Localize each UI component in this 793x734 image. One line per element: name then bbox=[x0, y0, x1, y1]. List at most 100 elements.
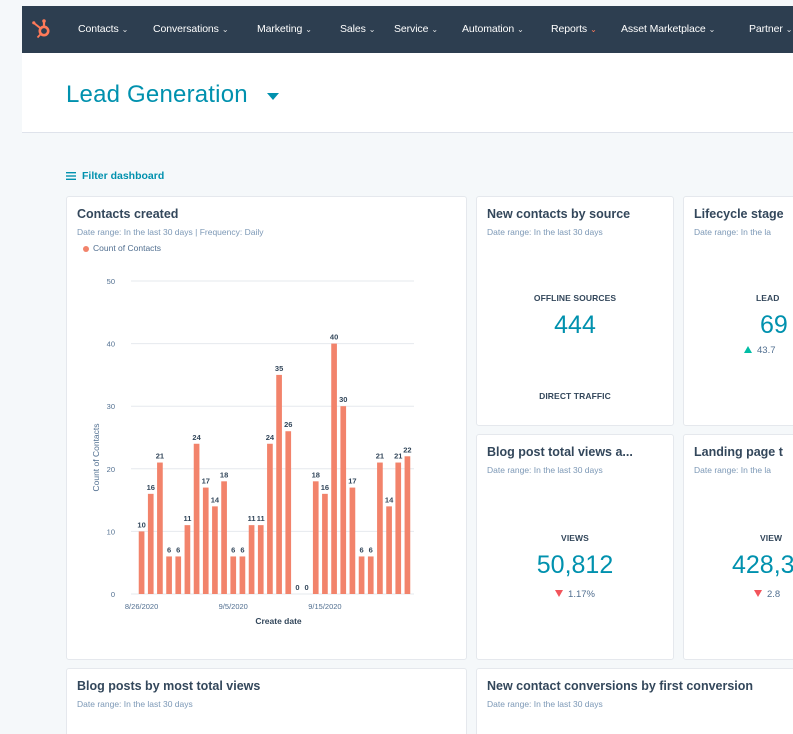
chart-bar bbox=[340, 406, 347, 594]
y-tick-label: 10 bbox=[107, 527, 115, 536]
bar-value-label: 11 bbox=[183, 514, 191, 523]
chevron-down-icon: ⌄ bbox=[785, 25, 793, 34]
nav-item-label: Service bbox=[394, 23, 429, 35]
chart-bar bbox=[367, 556, 374, 594]
card-title[interactable]: Blog posts by most total views bbox=[77, 679, 260, 693]
chart-bar bbox=[157, 462, 163, 594]
chart-bar bbox=[212, 506, 218, 594]
bar-value-label: 18 bbox=[220, 470, 228, 479]
bar-value-label: 11 bbox=[248, 514, 256, 523]
chart-bar bbox=[147, 493, 154, 594]
chart-legend: Count of Contacts bbox=[93, 243, 162, 253]
bar-value-label: 14 bbox=[211, 495, 220, 504]
y-tick-label: 20 bbox=[107, 465, 115, 474]
chart-bar bbox=[312, 481, 319, 594]
card-subtitle: Date range: In the la bbox=[694, 465, 772, 475]
nav-item-automation[interactable]: Automation ⌄ bbox=[462, 23, 524, 35]
bar-value-label: 24 bbox=[266, 433, 275, 442]
chart-bar bbox=[175, 556, 182, 594]
nav-item-label: Contacts bbox=[78, 23, 119, 35]
chart-bar bbox=[404, 456, 411, 594]
filter-dashboard-link[interactable]: Filter dashboard bbox=[82, 170, 164, 182]
bar-value-label: 30 bbox=[339, 395, 347, 404]
trend-down-icon bbox=[555, 590, 564, 597]
chart-bar bbox=[221, 481, 227, 594]
nav-item-conversations[interactable]: Conversations ⌄ bbox=[153, 23, 229, 35]
nav-item-asset-marketplace[interactable]: Asset Marketplace ⌄ bbox=[621, 23, 715, 35]
chevron-down-icon: ⌄ bbox=[305, 25, 312, 34]
nav-item-label: Marketing bbox=[257, 23, 303, 35]
bar-value-label: 17 bbox=[348, 477, 356, 486]
bar-value-label: 0 bbox=[304, 583, 308, 592]
kpi-label: VIEW bbox=[760, 533, 783, 543]
new-contact-conversions-card: New contact conversions by first convers… bbox=[476, 668, 793, 734]
chart-bar bbox=[248, 525, 255, 594]
x-axis-title: Create date bbox=[255, 616, 302, 626]
card-title[interactable]: Landing page t bbox=[694, 445, 783, 459]
chart-bar bbox=[349, 487, 356, 594]
filter-icon[interactable] bbox=[66, 172, 76, 180]
bar-value-label: 10 bbox=[137, 520, 145, 529]
nav-item-label: Asset Marketplace bbox=[621, 23, 706, 35]
app-window: Contacts ⌄ Conversations ⌄ Marketing ⌄ Sale… bbox=[22, 6, 793, 734]
nav-item-sales[interactable]: Sales ⌄ bbox=[340, 23, 375, 35]
kpi-label: LEAD bbox=[756, 293, 780, 303]
legend-dot bbox=[83, 246, 89, 252]
bar-value-label: 21 bbox=[394, 452, 402, 461]
chart-bar bbox=[276, 374, 282, 594]
blog-posts-by-views-card: Blog posts by most total views Date rang… bbox=[66, 668, 467, 734]
chart-bar bbox=[395, 462, 402, 594]
bar-value-label: 22 bbox=[403, 445, 411, 454]
chart-bar bbox=[239, 556, 246, 594]
dashboard-header: Lead Generation bbox=[22, 53, 793, 133]
trend-down-icon bbox=[754, 590, 762, 597]
chart-bar bbox=[166, 556, 172, 594]
kpi-value: 444 bbox=[554, 311, 596, 339]
nav-item-label: Partner bbox=[749, 23, 783, 35]
chart-bar bbox=[285, 431, 292, 594]
bar-value-label: 0 bbox=[295, 583, 299, 592]
card-title[interactable]: New contacts by source bbox=[487, 207, 630, 221]
bar-value-label: 6 bbox=[176, 545, 180, 554]
trend-up-icon bbox=[744, 346, 752, 353]
card-title[interactable]: Lifecycle stage bbox=[694, 207, 784, 221]
chart-bar bbox=[267, 443, 273, 594]
nav-item-contacts[interactable]: Contacts ⌄ bbox=[78, 23, 128, 35]
nav-item-marketing[interactable]: Marketing ⌄ bbox=[257, 23, 312, 35]
bar-value-label: 21 bbox=[156, 452, 164, 461]
caret-down-icon[interactable] bbox=[267, 93, 279, 100]
y-axis-title: Count of Contacts bbox=[91, 423, 101, 491]
nav-item-service[interactable]: Service ⌄ bbox=[394, 23, 438, 35]
card-title[interactable]: New contact conversions by first convers… bbox=[487, 679, 753, 693]
kpi-value: 428,3 bbox=[732, 551, 793, 579]
y-tick-label: 30 bbox=[107, 402, 115, 411]
nav-item-label: Sales bbox=[340, 23, 366, 35]
nav-item-reports[interactable]: Reports ⌄ bbox=[551, 23, 597, 35]
kpi-change: 2.8 bbox=[754, 589, 780, 600]
chart-bar bbox=[230, 556, 237, 594]
chevron-down-icon: ⌄ bbox=[708, 25, 716, 34]
hubspot-logo-icon[interactable] bbox=[30, 17, 54, 41]
chart-bar bbox=[202, 487, 209, 594]
kpi-change-value: 1.17% bbox=[568, 589, 595, 600]
chevron-down-icon: ⌄ bbox=[368, 25, 376, 34]
bar-value-label: 35 bbox=[275, 364, 283, 373]
landing-page-card: Landing page t Date range: In the la VIE… bbox=[683, 434, 793, 660]
bar-value-label: 6 bbox=[240, 545, 244, 554]
bar-value-label: 14 bbox=[385, 495, 394, 504]
chart-bar bbox=[193, 443, 200, 594]
x-tick-label: 9/15/2020 bbox=[308, 602, 341, 611]
card-title[interactable]: Contacts created bbox=[77, 207, 178, 221]
card-title[interactable]: Blog post total views a... bbox=[487, 445, 633, 459]
bar-value-label: 40 bbox=[330, 333, 338, 342]
bar-value-label: 6 bbox=[369, 545, 373, 554]
x-tick-label: 9/5/2020 bbox=[219, 602, 248, 611]
kpi-value: 50,812 bbox=[536, 551, 614, 579]
nav-item-partner[interactable]: Partner ⌄ bbox=[749, 23, 792, 35]
kpi-label: OFFLINE SOURCES bbox=[533, 293, 617, 303]
bar-value-label: 11 bbox=[257, 514, 265, 523]
card-subtitle: Date range: In the last 30 days bbox=[77, 699, 193, 709]
bar-value-label: 17 bbox=[202, 477, 210, 486]
bar-value-label: 6 bbox=[167, 545, 171, 554]
dashboard-title[interactable]: Lead Generation bbox=[66, 81, 248, 109]
